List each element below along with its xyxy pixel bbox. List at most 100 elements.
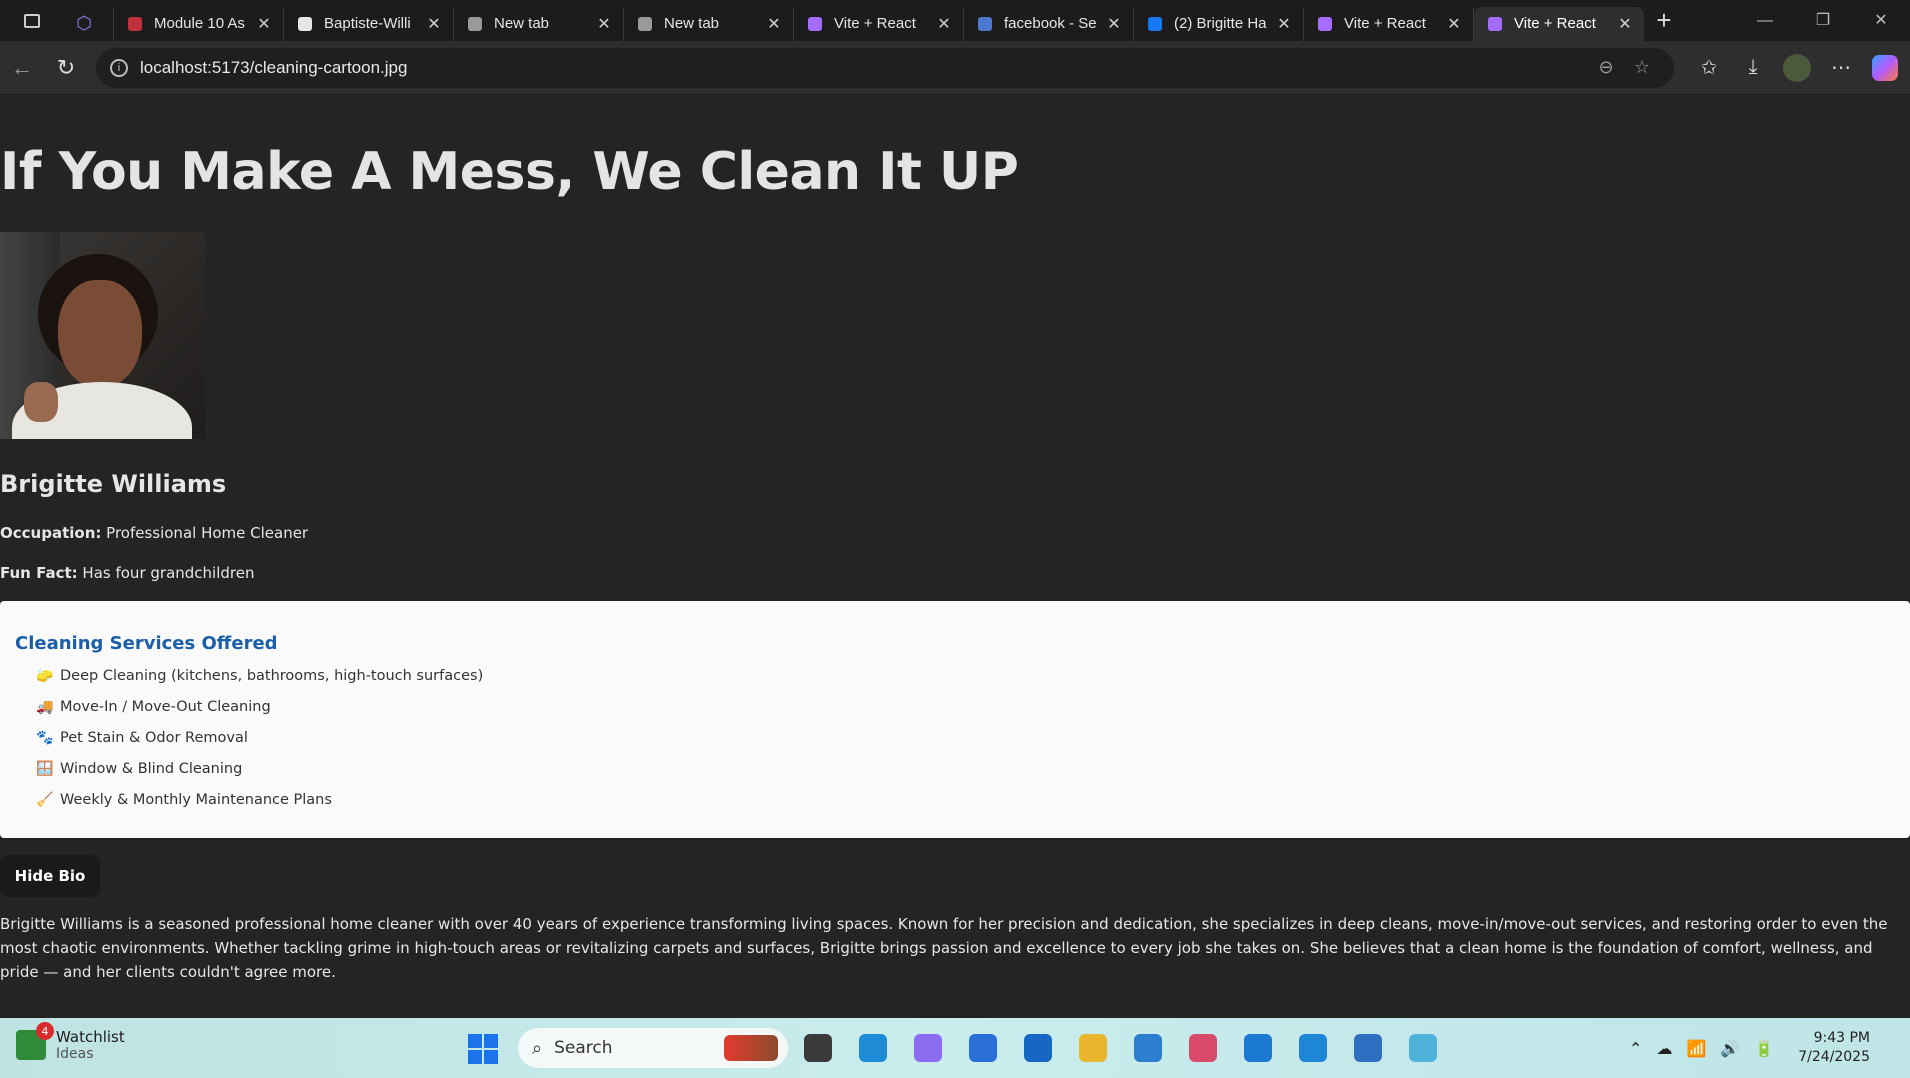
service-item: 🧽 Deep Cleaning (kitchens, bathrooms, hig… [36,660,1910,691]
close-tab-icon[interactable]: ✕ [1105,14,1123,34]
restore-icon[interactable]: ❐ [1794,0,1852,41]
vite-icon [806,15,824,33]
service-item: 🚚 Move-In / Move-Out Cleaning [36,691,1910,722]
tab-title: New tab [494,15,550,32]
clock[interactable]: 9:43 PM 7/24/2025 [1798,1029,1870,1067]
vite-icon [1316,15,1334,33]
search-icon [976,15,994,33]
cortana-icon[interactable] [1240,1028,1276,1068]
browser-toolbar: ← ↻ i localhost:5173/cleaning-cartoon.jp… [0,41,1910,95]
search-highlight-icon [724,1035,778,1061]
service-emoji-icon: 🧽 [36,667,54,684]
person-name: Brigitte Williams [0,470,227,498]
minimize-icon[interactable]: — [1736,0,1794,41]
downloads-icon[interactable]: ⤓ [1734,49,1772,87]
taskbar-search-placeholder: Search [554,1038,613,1058]
close-tab-icon[interactable]: ✕ [595,14,613,34]
close-tab-icon[interactable]: ✕ [1275,14,1293,34]
start-button[interactable] [468,1034,498,1064]
service-emoji-icon: 🪟 [36,760,54,777]
service-item: 🐾 Pet Stain & Odor Removal [36,722,1910,753]
browser-tab[interactable]: Vite + React ✕ [1474,6,1644,41]
close-tab-icon[interactable]: ✕ [255,14,273,34]
tab-title: Vite + React [834,15,916,32]
funfact-line: Fun Fact: Has four grandchildren [0,564,254,582]
tab-workspace-icon[interactable]: ⬡ [57,6,114,41]
occupation-label: Occupation: [0,524,102,542]
browser-tab[interactable]: Vite + React ✕ [1304,6,1474,41]
address-bar[interactable]: i localhost:5173/cleaning-cartoon.jpg ⊖ … [96,47,1674,88]
close-tab-icon[interactable]: ✕ [1616,14,1634,34]
service-item: 🧹 Weekly & Monthly Maintenance Plans [36,784,1910,815]
show-hidden-icons-icon[interactable]: ⌃ [1629,1039,1642,1058]
zoom-icon[interactable]: ⊖ [1588,57,1624,78]
page-headline: If You Make A Mess, We Clean It UP [0,142,1019,202]
browser-tab[interactable]: facebook - Se ✕ [964,6,1134,41]
services-title: Cleaning Services Offered [15,633,278,654]
close-window-icon[interactable]: ✕ [1852,0,1910,41]
github-icon [296,15,314,33]
profile-photo [0,232,205,439]
store-icon[interactable] [965,1028,1001,1068]
close-tab-icon[interactable]: ✕ [1445,14,1463,34]
watchlist-widget[interactable]: 4 Watchlist Ideas [16,1022,125,1062]
search-icon: ⌕ [532,1037,543,1059]
wifi-icon[interactable]: 📶 [1686,1039,1706,1058]
browser-tab[interactable]: New tab ✕ [624,6,794,41]
service-text: Window & Blind Cleaning [60,760,243,777]
service-text: Pet Stain & Odor Removal [60,729,248,746]
widget-subtitle: Ideas [56,1046,94,1062]
newtab-icon [466,15,484,33]
module-icon [126,15,144,33]
workspaces-icon: ⬡ [76,13,92,33]
browser-tab[interactable]: Vite + React ✕ [794,6,964,41]
clock-date: 7/24/2025 [1798,1049,1870,1065]
tab-actions-menu-icon[interactable] [23,13,40,28]
more-menu-icon[interactable]: ⋯ [1822,49,1860,87]
vscode-icon[interactable] [1295,1028,1331,1068]
occupation-value: Professional Home Cleaner [106,524,309,542]
service-emoji-icon: 🚚 [36,698,54,715]
outlook-icon[interactable] [1020,1028,1056,1068]
copilot-icon[interactable] [1866,49,1904,87]
edge-icon[interactable] [855,1028,891,1068]
close-tab-icon[interactable]: ✕ [425,14,443,34]
back-button[interactable]: ← [0,48,44,88]
file-explorer-dark-icon[interactable] [800,1028,836,1068]
hide-bio-button[interactable]: Hide Bio [0,855,100,897]
git-icon[interactable] [1405,1028,1441,1068]
url-text[interactable]: localhost:5173/cleaning-cartoon.jpg [140,58,1588,78]
folder-icon[interactable] [1075,1028,1111,1068]
onedrive-icon[interactable]: ☁ [1656,1039,1672,1058]
reload-button[interactable]: ↻ [44,48,88,88]
profile-avatar[interactable] [1778,49,1816,87]
service-emoji-icon: 🐾 [36,729,54,746]
taskbar-search[interactable]: ⌕ Search [518,1028,788,1068]
copilot-icon[interactable] [910,1028,946,1068]
new-tab-button[interactable]: + [1644,5,1684,36]
browser-tab[interactable]: New tab ✕ [454,6,624,41]
volume-icon[interactable]: 🔊 [1720,1039,1740,1058]
newtab-icon [636,15,654,33]
tab-title: facebook - Se [1004,15,1097,32]
browser-tab[interactable]: Baptiste-Willi ✕ [284,6,454,41]
taskbar-apps [800,1028,1441,1068]
page-content: If You Make A Mess, We Clean It UP Brigi… [0,95,1910,1018]
system-tray: ⌃ ☁ 📶 🔊 🔋 9:43 PM 7/24/2025 [1629,1018,1870,1078]
favorite-star-icon[interactable]: ☆ [1624,57,1660,78]
browser-tab[interactable]: (2) Brigitte Ha ✕ [1134,6,1304,41]
notepad-icon[interactable] [1350,1028,1386,1068]
close-tab-icon[interactable]: ✕ [765,14,783,34]
tab-strip: ⬡ Module 10 As ✕ Baptiste-Willi ✕ New tab ✕ Ne… [0,0,1910,41]
window-controls: — ❐ ✕ [1736,0,1910,41]
browser-tab[interactable]: Module 10 As ✕ [114,6,284,41]
battery-icon[interactable]: 🔋 [1754,1039,1774,1058]
tab-title: Vite + React [1514,15,1596,32]
facebook-icon [1146,15,1164,33]
site-info-icon[interactable]: i [110,58,128,77]
toolbar-right: ✩ ⤓ ⋯ [1690,49,1904,87]
favorites-icon[interactable]: ✩ [1690,49,1728,87]
close-tab-icon[interactable]: ✕ [935,14,953,34]
remote-icon[interactable] [1130,1028,1166,1068]
snipping-icon[interactable] [1185,1028,1221,1068]
